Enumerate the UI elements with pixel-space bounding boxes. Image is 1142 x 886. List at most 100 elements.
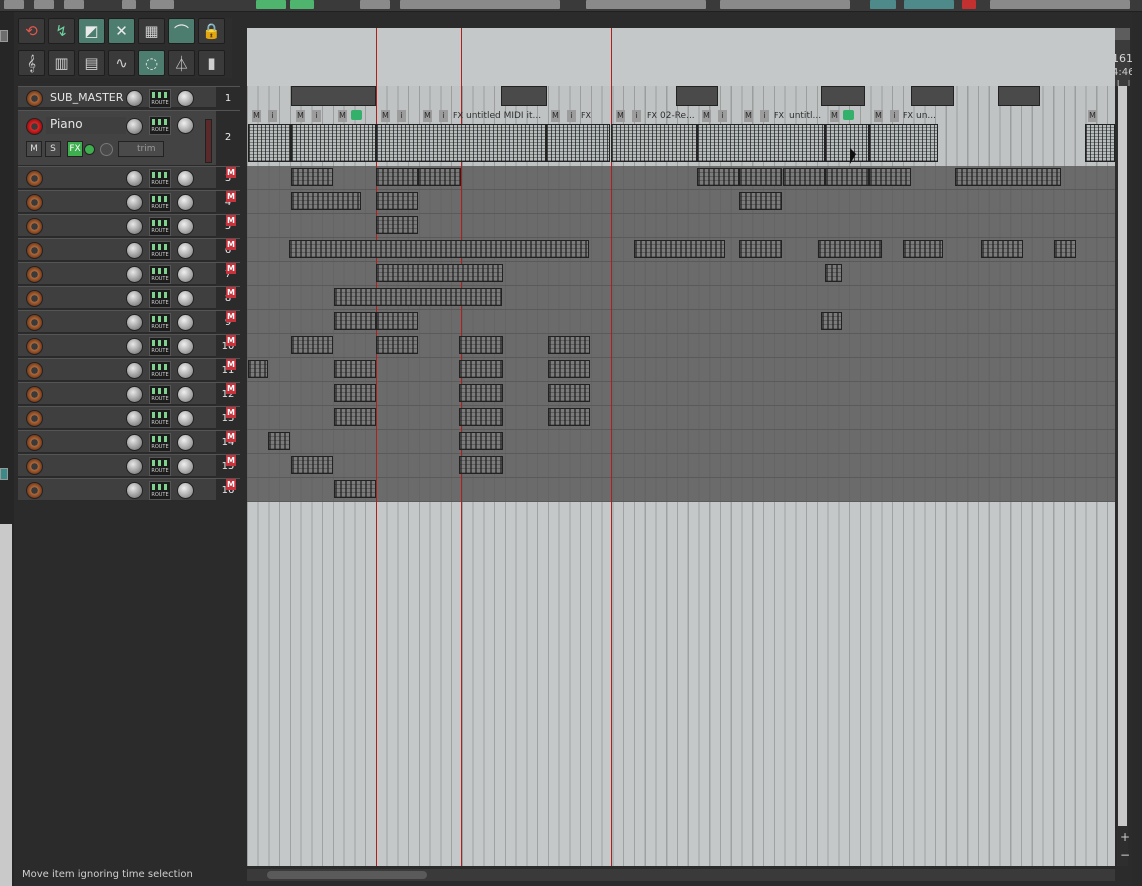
track-name-field[interactable]: Piano (46, 117, 126, 134)
toolbar-button[interactable] (904, 0, 954, 9)
lane-divider[interactable] (247, 381, 1115, 382)
loop-icon[interactable]: ◌ (138, 50, 165, 76)
route-button[interactable]: ROUTE (149, 433, 171, 452)
media-item[interactable] (459, 360, 503, 378)
item-properties-button[interactable]: i (718, 110, 727, 122)
item-mute-button[interactable]: M (830, 110, 839, 122)
track-16[interactable]: ROUTE 16 (18, 478, 240, 502)
pan-knob[interactable] (177, 386, 194, 403)
pan-knob[interactable] (177, 290, 194, 307)
waveform-icon[interactable]: ∿ (108, 50, 135, 76)
record-arm-icon[interactable] (26, 338, 43, 355)
media-item[interactable] (334, 312, 376, 330)
toolbar-button[interactable] (256, 0, 286, 9)
track-9[interactable]: ROUTE 9 (18, 310, 240, 334)
item-properties-button[interactable]: i (439, 110, 448, 122)
track-10[interactable]: ROUTE 10 (18, 334, 240, 358)
ripple-edit-icon[interactable]: ↯ (48, 18, 75, 44)
treble-clef-icon[interactable]: 𝄞 (18, 50, 45, 76)
media-item[interactable] (334, 480, 376, 498)
volume-knob[interactable] (126, 314, 143, 331)
phase-icon[interactable] (100, 143, 113, 156)
toolbar-button[interactable] (586, 0, 706, 9)
media-item[interactable] (376, 336, 418, 354)
trim-content-icon[interactable]: ✕ (108, 18, 135, 44)
toolbar-button[interactable] (990, 0, 1130, 9)
media-item[interactable] (783, 168, 825, 186)
record-arm-icon[interactable] (26, 482, 43, 499)
route-button[interactable]: ROUTE (149, 385, 171, 404)
media-item[interactable] (334, 384, 376, 402)
record-arm-icon[interactable] (26, 90, 43, 107)
media-item[interactable] (818, 240, 882, 258)
docker-tab[interactable] (0, 30, 8, 42)
pan-knob[interactable] (177, 482, 194, 499)
route-button[interactable]: ROUTE (149, 241, 171, 260)
record-arm-icon[interactable] (26, 118, 43, 135)
media-item[interactable] (911, 86, 954, 106)
metronome-icon[interactable]: ⏃ (168, 50, 195, 76)
record-arm-icon[interactable] (26, 194, 43, 211)
media-item[interactable] (546, 124, 610, 162)
docker-tab[interactable] (0, 468, 8, 480)
media-item[interactable] (291, 124, 376, 162)
track-14[interactable]: ROUTE 14 (18, 430, 240, 454)
item-note-bubble-icon[interactable] (351, 110, 362, 120)
track-piano[interactable]: Piano ROUTE M S FX trim 2 (18, 110, 240, 166)
media-item[interactable] (825, 264, 842, 282)
track-12[interactable]: ROUTE 12 (18, 382, 240, 406)
route-button[interactable]: ROUTE (149, 193, 171, 212)
route-button[interactable]: ROUTE (149, 169, 171, 188)
volume-knob[interactable] (126, 482, 143, 499)
item-mute-button[interactable]: M (252, 110, 261, 122)
volume-knob[interactable] (126, 290, 143, 307)
volume-knob[interactable] (126, 194, 143, 211)
mute-button[interactable]: M (26, 141, 42, 157)
item-fx-button[interactable]: FX (773, 110, 785, 122)
route-button[interactable]: ROUTE (149, 361, 171, 380)
route-button[interactable]: ROUTE (149, 337, 171, 356)
automation-mode-button[interactable]: trim (118, 141, 164, 157)
item-mute-button[interactable]: M (423, 110, 432, 122)
grid-snap-icon[interactable]: ▦ (138, 18, 165, 44)
toolbar-button[interactable] (64, 0, 84, 9)
ripple-off-icon[interactable]: ⟲ (18, 18, 45, 44)
record-arm-icon[interactable] (26, 218, 43, 235)
record-arm-icon[interactable] (26, 266, 43, 283)
media-item[interactable] (459, 408, 503, 426)
track-15[interactable]: ROUTE 15 (18, 454, 240, 478)
track-name-field[interactable]: SUB_MASTER (46, 90, 124, 107)
track-4[interactable]: ROUTE 4 (18, 190, 240, 214)
record-arm-icon[interactable] (26, 290, 43, 307)
media-item[interactable] (376, 168, 418, 186)
route-button[interactable]: ROUTE (149, 265, 171, 284)
media-item[interactable] (376, 124, 546, 162)
fx-button[interactable]: FX (67, 141, 83, 157)
toolbar-button[interactable] (4, 0, 24, 9)
media-item[interactable] (459, 432, 503, 450)
record-arm-icon[interactable] (26, 458, 43, 475)
mute-indicator[interactable]: M (226, 431, 236, 442)
media-item[interactable] (739, 240, 782, 258)
mute-indicator[interactable]: M (226, 311, 236, 322)
media-item[interactable] (548, 384, 590, 402)
item-mute-button[interactable]: M (381, 110, 390, 122)
record-arm-icon[interactable] (26, 362, 43, 379)
media-item[interactable] (291, 456, 333, 474)
record-arm-icon[interactable] (26, 170, 43, 187)
route-button[interactable]: ROUTE (149, 289, 171, 308)
toolbar-button[interactable] (150, 0, 174, 9)
volume-knob[interactable] (126, 90, 143, 107)
lane-divider[interactable] (247, 309, 1115, 310)
zoom-out-icon[interactable]: − (1120, 848, 1130, 862)
volume-knob[interactable] (126, 386, 143, 403)
media-item[interactable] (459, 384, 503, 402)
pan-knob[interactable] (177, 314, 194, 331)
track-6[interactable]: ROUTE 6 (18, 238, 240, 262)
scroll-thumb[interactable] (1118, 86, 1127, 826)
track-13[interactable]: ROUTE 13 (18, 406, 240, 430)
mute-indicator[interactable]: M (226, 479, 236, 490)
volume-knob[interactable] (126, 242, 143, 259)
item-properties-button[interactable]: i (632, 110, 641, 122)
lane-divider[interactable] (247, 285, 1115, 286)
